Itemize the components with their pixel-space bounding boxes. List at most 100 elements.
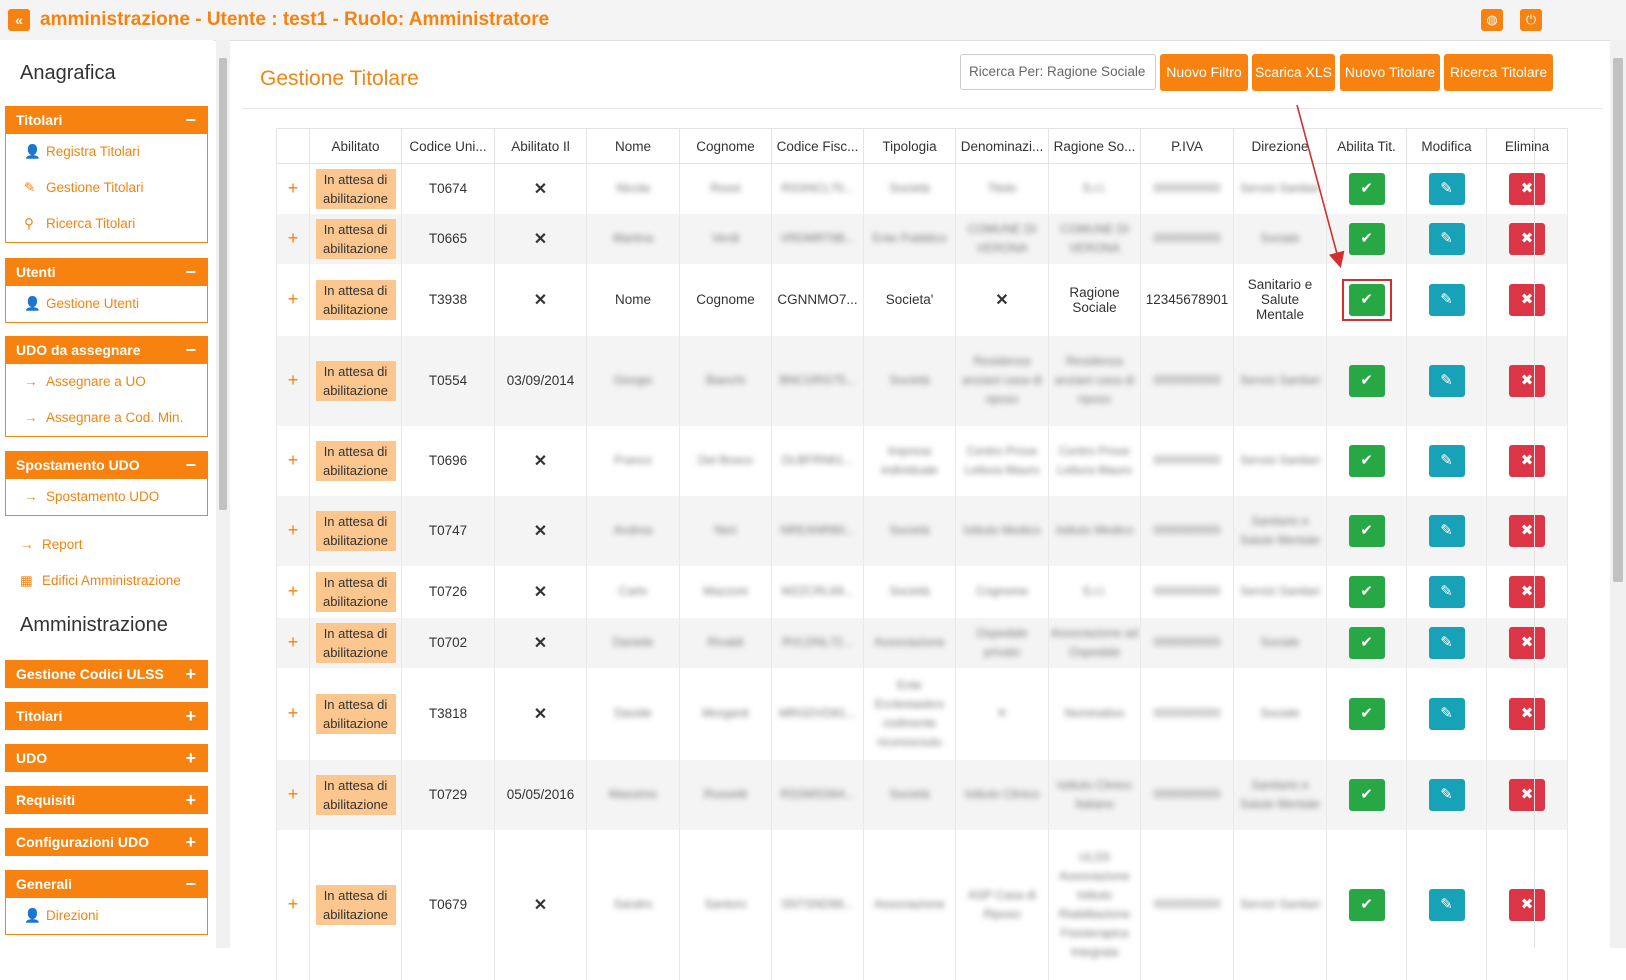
collapse-icon[interactable]: − [185, 451, 196, 479]
sidebar-item-registra-titolari[interactable]: 👤 Registra Titolari [6, 134, 207, 170]
expand-icon[interactable]: + [185, 786, 196, 814]
collapse-icon[interactable]: − [185, 336, 196, 364]
col-modifica[interactable]: Modifica [1406, 128, 1487, 164]
col-abilita-titolare[interactable]: Abilita Tit. [1326, 128, 1407, 164]
sidebar-group-header[interactable]: Utenti − [5, 258, 208, 286]
table-row[interactable]: + In attesa di abilitazione T0665 ✕ Martina V… [276, 213, 1568, 264]
modifica-button[interactable]: ✎ [1428, 222, 1465, 255]
expand-row-button[interactable]: + [276, 335, 310, 426]
modifica-button[interactable]: ✎ [1428, 283, 1465, 316]
sidebar-group-header[interactable]: Requisiti + [5, 786, 208, 814]
ricerca-titolare-button[interactable]: Ricerca Titolare [1444, 54, 1553, 91]
table-scrollbar[interactable] [1534, 128, 1547, 948]
sidebar-group-header[interactable]: UDO da assegnare − [5, 336, 208, 364]
sidebar-item-direzioni[interactable]: 👤 Direzioni [6, 898, 207, 934]
sidebar-group-header[interactable]: Spostamento UDO − [5, 451, 208, 479]
table-row[interactable]: + In attesa di abilitazione T0554 03/09/201… [276, 335, 1568, 426]
scarica-xls-button[interactable]: Scarica XLS [1252, 54, 1335, 91]
sidebar-item-report[interactable]: → Report [20, 537, 83, 552]
sidebar-group-header[interactable]: UDO + [5, 744, 208, 772]
power-icon[interactable]: ⏻ [1520, 9, 1542, 31]
abilita-titolare-button[interactable]: ✔ [1348, 172, 1385, 205]
cell-cognome: Rossetti [679, 759, 772, 830]
abilita-titolare-button[interactable]: ✔ [1348, 697, 1385, 730]
table-row[interactable]: + In attesa di abilitazione T0702 ✕ Daniele R… [276, 617, 1568, 668]
sidebar-group-header[interactable]: Gestione Codici ULSS + [5, 660, 208, 688]
modifica-button[interactable]: ✎ [1428, 172, 1465, 205]
modifica-button[interactable]: ✎ [1428, 697, 1465, 730]
expand-icon[interactable]: + [185, 744, 196, 772]
sidebar-group-header[interactable]: Generali − [5, 870, 208, 898]
expand-icon[interactable]: + [185, 702, 196, 730]
col-piva[interactable]: P.IVA [1140, 128, 1234, 164]
table-row[interactable]: + In attesa di abilitazione T3938 ✕ Nome Cogn… [276, 263, 1568, 336]
search-filter-field[interactable]: Ricerca Per: Ragione Sociale [960, 54, 1156, 90]
table-row[interactable]: + In attesa di abilitazione T0729 05/05/201… [276, 759, 1568, 830]
col-ragione-sociale[interactable]: Ragione So... [1048, 128, 1141, 164]
col-elimina[interactable]: Elimina [1486, 128, 1568, 164]
table-row[interactable]: + In attesa di abilitazione T0747 ✕ Andrea Ne… [276, 495, 1568, 566]
collapse-icon[interactable]: − [185, 870, 196, 898]
col-direzione[interactable]: Direzione [1233, 128, 1327, 164]
expand-row-button[interactable]: + [276, 495, 310, 566]
expand-row-button[interactable]: + [276, 829, 310, 980]
col-nome[interactable]: Nome [586, 128, 680, 164]
table-row[interactable]: + In attesa di abilitazione T3818 ✕ Davide Mo… [276, 667, 1568, 760]
abilita-titolare-button[interactable]: ✔ [1348, 514, 1385, 547]
sidebar-group-header[interactable]: Titolari + [5, 702, 208, 730]
abilita-titolare-button[interactable]: ✔ [1348, 626, 1385, 659]
abilita-titolare-button[interactable]: ✔ [1348, 575, 1385, 608]
col-denominazione[interactable]: Denominazi... [955, 128, 1049, 164]
table-row[interactable]: + In attesa di abilitazione T0679 ✕ Sandro Sa… [276, 829, 1568, 980]
modifica-button[interactable]: ✎ [1428, 888, 1465, 921]
page-scrollbar-thumb[interactable] [1613, 58, 1623, 582]
collapse-icon[interactable]: − [185, 258, 196, 286]
sidebar-group-header[interactable]: Configurazioni UDO + [5, 828, 208, 856]
expand-row-button[interactable]: + [276, 163, 310, 214]
expand-row-button[interactable]: + [276, 213, 310, 264]
expand-row-button[interactable]: + [276, 263, 310, 336]
sidebar-item-edifici[interactable]: ▦ Edifici Amministrazione [20, 573, 181, 589]
expand-icon[interactable]: + [185, 828, 196, 856]
sidebar-item-assegnare-cod-min[interactable]: → Assegnare a Cod. Min. [6, 400, 207, 436]
col-cognome[interactable]: Cognome [679, 128, 772, 164]
globe-icon[interactable]: ◍ [1481, 9, 1503, 31]
expand-row-button[interactable]: + [276, 667, 310, 760]
abilita-titolare-button[interactable]: ✔ [1348, 364, 1385, 397]
expand-row-button[interactable]: + [276, 759, 310, 830]
expand-icon[interactable]: + [185, 660, 196, 688]
table-row[interactable]: + In attesa di abilitazione T0674 ✕ Nicola Ro… [276, 163, 1568, 214]
abilita-titolare-button[interactable]: ✔ [1348, 778, 1385, 811]
expand-row-button[interactable]: + [276, 425, 310, 496]
col-tipologia[interactable]: Tipologia [863, 128, 956, 164]
sidebar-item-assegnare-uo[interactable]: → Assegnare a UO [6, 364, 207, 400]
col-abilitato-il[interactable]: Abilitato Il [494, 128, 587, 164]
modifica-button[interactable]: ✎ [1428, 626, 1465, 659]
modifica-button[interactable]: ✎ [1428, 444, 1465, 477]
modifica-button[interactable]: ✎ [1428, 514, 1465, 547]
sidebar-group-header[interactable]: Titolari − [5, 106, 208, 134]
table-row[interactable]: + In attesa di abilitazione T0726 ✕ Carlo Maz… [276, 565, 1568, 618]
col-codice-univoco[interactable]: Codice Uni... [401, 128, 495, 164]
nuovo-filtro-button[interactable]: Nuovo Filtro [1160, 54, 1248, 91]
abilita-titolare-button[interactable]: ✔ [1348, 444, 1385, 477]
expand-row-button[interactable]: + [276, 565, 310, 618]
sidebar-scrollbar-thumb[interactable] [219, 58, 227, 510]
modifica-button[interactable]: ✎ [1428, 575, 1465, 608]
abilita-titolare-button[interactable]: ✔ [1348, 222, 1385, 255]
sidebar-item-spostamento-udo[interactable]: → Spostamento UDO [6, 479, 207, 515]
sidebar-item-gestione-utenti[interactable]: 👤 Gestione Utenti [6, 286, 207, 322]
table-row[interactable]: + In attesa di abilitazione T0696 ✕ Franco De… [276, 425, 1568, 496]
sidebar-item-ricerca-titolari[interactable]: ⚲ Ricerca Titolari [6, 206, 207, 242]
expand-row-button[interactable]: + [276, 617, 310, 668]
modifica-button[interactable]: ✎ [1428, 778, 1465, 811]
collapse-icon[interactable]: − [185, 106, 196, 134]
sidebar-item-gestione-titolari[interactable]: ✎ Gestione Titolari [6, 170, 207, 206]
abilita-titolare-button[interactable]: ✔ [1348, 888, 1385, 921]
nuovo-titolare-button[interactable]: Nuovo Titolare [1340, 54, 1440, 91]
modifica-button[interactable]: ✎ [1428, 364, 1465, 397]
abilita-titolare-button[interactable]: ✔ [1348, 283, 1385, 316]
double-chevron-left-icon[interactable]: « [8, 9, 30, 31]
col-codice-fiscale[interactable]: Codice Fisc... [771, 128, 864, 164]
col-abilitato[interactable]: Abilitato [309, 128, 402, 164]
